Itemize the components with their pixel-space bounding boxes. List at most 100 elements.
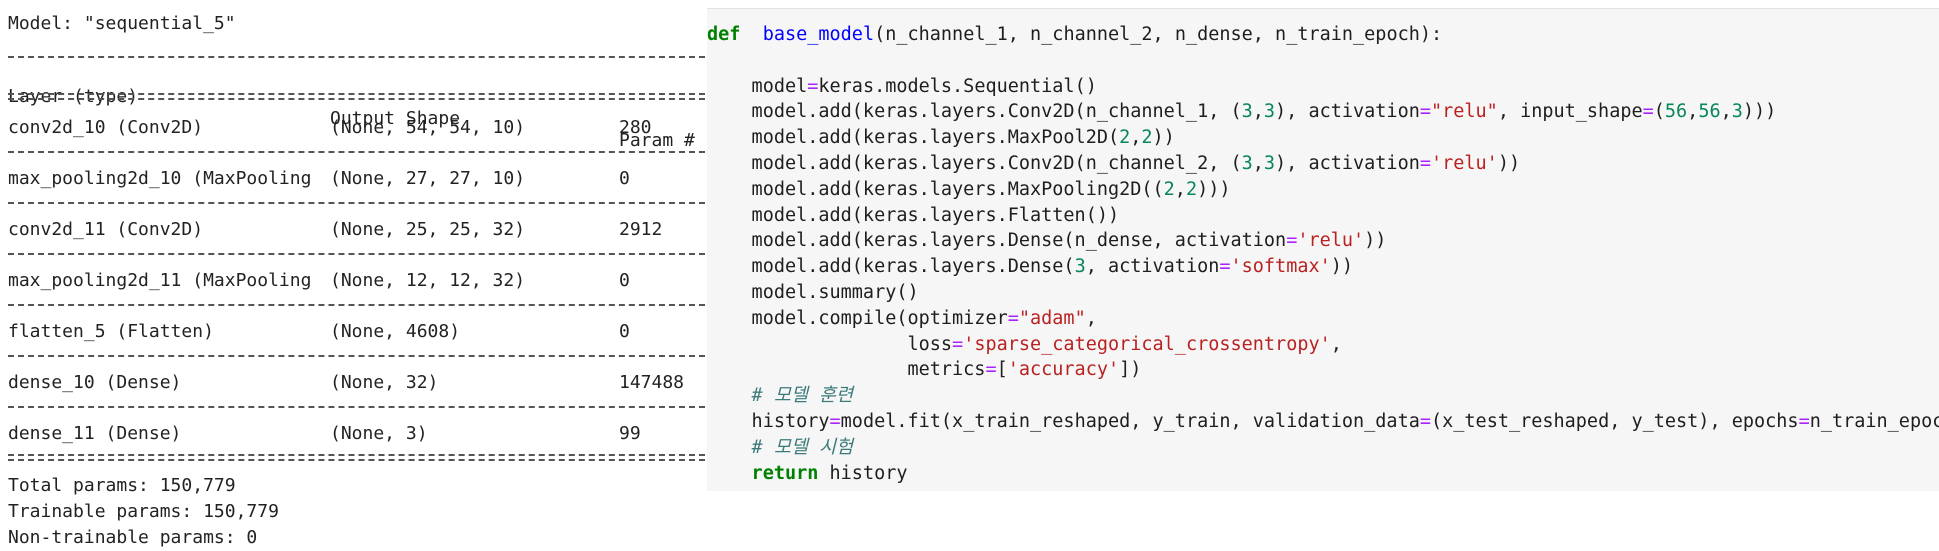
code-token: keras.models.Sequential() <box>818 75 1097 97</box>
code-token: model.add(keras.layers.Conv2D(n_channel_… <box>707 153 1242 174</box>
summary-row: flatten_5 (Flatten) (None, 4608) 0 <box>0 321 705 343</box>
param-count: 0 <box>619 321 630 342</box>
code-token: 3 <box>1074 256 1086 278</box>
code-token: 3 <box>1241 153 1253 174</box>
param-count: 280 <box>619 117 652 138</box>
layer-name: conv2d_11 (Conv2D) <box>8 219 204 240</box>
code-token: ))) <box>1742 101 1777 123</box>
code-token: model.add(keras.layers.Dense(n_dense, ac… <box>707 230 1287 252</box>
model-header: Model: "sequential_5" <box>8 13 236 34</box>
code-line: return history <box>707 461 908 487</box>
code-token: model.compile(optimizer <box>707 307 1008 329</box>
code-token: metrics <box>707 359 986 381</box>
code-token: loss <box>707 333 953 355</box>
code-token: 2 <box>1119 127 1131 149</box>
layer-name: max_pooling2d_11 (MaxPooling <box>8 270 312 291</box>
code-token: history <box>818 462 908 484</box>
code-line: # 모델 시험 <box>707 435 854 461</box>
code-token: 3 <box>1263 153 1276 174</box>
code-token: = <box>1642 101 1654 123</box>
code-token: ), activation <box>1275 101 1420 123</box>
code-token: , <box>1330 333 1342 355</box>
code-cell[interactable]: def base_model(n_channel_1, n_channel_2,… <box>707 8 1939 491</box>
code-token: , <box>1130 127 1142 149</box>
code-token: 2 <box>1185 178 1198 200</box>
code-token: 'softmax' <box>1230 256 1331 278</box>
code-token: = <box>1798 411 1810 432</box>
code-line: loss='sparse_categorical_crossentropy', <box>707 332 1342 358</box>
output-shape: (None, 12, 12, 32) <box>330 270 526 291</box>
param-count: 99 <box>619 423 641 444</box>
code-token: )) <box>1364 230 1387 252</box>
code-token: 2 <box>1163 178 1175 200</box>
layer-name: dense_10 (Dense) <box>8 372 182 393</box>
layer-name: dense_11 (Dense) <box>8 423 182 444</box>
code-token: model.add(keras.layers.MaxPool2D( <box>707 127 1120 149</box>
code-token: model.add(keras.layers.Flatten()) <box>707 204 1120 226</box>
code-token: ]) <box>1119 359 1142 381</box>
code-token: model <box>707 75 808 97</box>
code-token: = <box>1219 256 1231 278</box>
separator-double-line <box>8 93 705 100</box>
output-shape: (None, 4608) <box>330 321 461 342</box>
code-token: = <box>829 411 841 432</box>
code-token: def <box>707 24 741 45</box>
code-token: = <box>1419 411 1431 432</box>
code-token: )) <box>1330 256 1354 278</box>
code-line: history=model.fit(x_train_reshaped, y_tr… <box>707 409 1939 435</box>
code-token: , <box>1687 101 1699 123</box>
output-shape: (None, 32) <box>330 372 439 393</box>
output-shape: (None, 25, 25, 32) <box>330 219 526 240</box>
code-token: , <box>1252 153 1264 174</box>
code-line: model.add(keras.layers.Dense(n_dense, ac… <box>707 228 1387 254</box>
code-token: 'accuracy' <box>1007 359 1120 381</box>
model-summary-output: Model: "sequential_5" Layer (type) Outpu… <box>0 0 705 551</box>
code-token: = <box>952 333 964 355</box>
code-token: history <box>707 411 830 432</box>
code-line: model.add(keras.layers.MaxPool2D(2,2)) <box>707 125 1175 151</box>
param-count: 2912 <box>619 219 663 240</box>
code-token: , activation <box>1085 256 1220 278</box>
code-token: 'relu' <box>1297 230 1365 252</box>
code-token: model.add(keras.layers.Dense( <box>707 256 1075 278</box>
summary-row: dense_11 (Dense) (None, 3) 99 <box>0 423 705 445</box>
code-token: 'relu' <box>1430 153 1498 174</box>
code-token: model.summary() <box>707 282 919 303</box>
code-token: , <box>1252 101 1264 123</box>
code-line: model.add(keras.layers.MaxPooling2D((2,2… <box>707 177 1231 203</box>
summary-column-headers: Layer (type) Output Shape Param # <box>0 64 705 151</box>
code-token: "adam" <box>1018 307 1086 329</box>
code-token: = <box>1007 307 1019 329</box>
separator-line <box>8 355 705 357</box>
code-token: # 모델 시험 <box>707 436 854 458</box>
code-token: = <box>1419 153 1431 174</box>
code-line: def base_model(n_channel_1, n_channel_2,… <box>707 22 1442 48</box>
code-token: [ <box>996 359 1008 381</box>
code-token: ( <box>1653 101 1665 123</box>
summary-row: conv2d_10 (Conv2D) (None, 54, 54, 10) 280 <box>0 117 705 139</box>
param-count: 0 <box>619 270 630 291</box>
code-token: 56 <box>1698 101 1721 123</box>
separator-line <box>8 304 705 306</box>
code-line: model.add(keras.layers.Dense(3, activati… <box>707 254 1353 280</box>
code-token: return <box>707 462 819 484</box>
code-token: = <box>1419 101 1431 123</box>
code-line: # 모델 훈련 <box>707 383 854 409</box>
code-line: model.compile(optimizer="adam", <box>707 306 1097 332</box>
code-line: model=keras.models.Sequential() <box>707 74 1097 100</box>
summary-row: max_pooling2d_10 (MaxPooling (None, 27, 2… <box>0 168 705 190</box>
output-shape: (None, 27, 27, 10) <box>330 168 526 189</box>
code-token: 3 <box>1263 101 1276 123</box>
code-token: model.add(keras.layers.MaxPooling2D(( <box>707 178 1164 200</box>
total-params: Total params: 150,779 <box>8 475 236 496</box>
code-token: 2 <box>1141 127 1153 149</box>
code-line: model.summary() <box>707 280 919 306</box>
code-token: , <box>1720 101 1732 123</box>
output-shape: (None, 3) <box>330 423 428 444</box>
separator-line <box>8 202 705 204</box>
code-token: "relu" <box>1430 101 1498 123</box>
separator-line <box>8 151 705 153</box>
layer-name: conv2d_10 (Conv2D) <box>8 117 204 138</box>
trainable-params: Trainable params: 150,779 <box>8 501 279 522</box>
